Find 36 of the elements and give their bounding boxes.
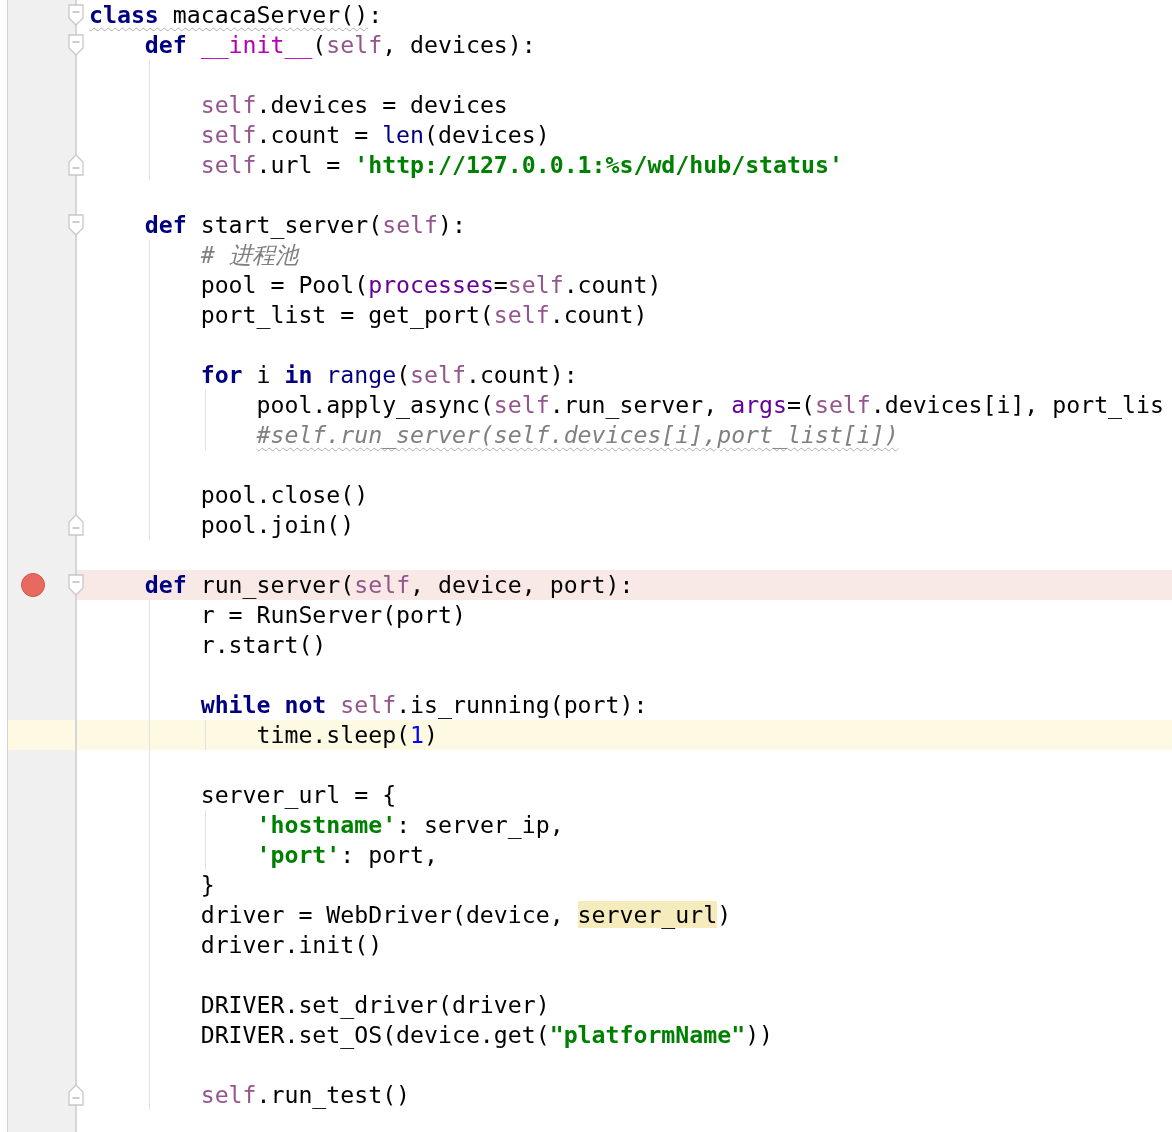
code-line: 'port': port, <box>256 841 438 868</box>
code-line: DRIVER.set_OS(device.get("platformName")) <box>200 1021 774 1048</box>
code-line: pool.join() <box>200 511 355 538</box>
code-line: 'hostname': server_ip, <box>256 811 564 838</box>
fold-icon[interactable] <box>68 214 84 236</box>
code-line: r = RunServer(port) <box>200 601 466 628</box>
code-line: # 进程池 <box>200 241 298 268</box>
code-line: self.url = 'http://127.0.0.1:%s/wd/hub/status' <box>200 151 843 178</box>
code-line: def __init__(self, devices): <box>144 31 536 58</box>
fold-icon[interactable] <box>68 4 84 26</box>
fold-icon[interactable] <box>68 514 84 536</box>
code-line: while not self.is_running(port): <box>200 691 648 718</box>
code-line: def run_server(self, device, port): <box>144 571 634 598</box>
code-line: r.start() <box>200 631 327 658</box>
code-line: #self.run_server(self.devices[i],port_list[i]) <box>256 421 899 448</box>
fold-icon[interactable] <box>68 34 84 56</box>
code-line: server_url = { <box>200 781 397 808</box>
code-line: self.count = len(devices) <box>200 121 550 148</box>
code-line: driver = WebDriver(device, server_url) <box>200 901 732 928</box>
code-line: pool.apply_async(self.run_server, args=(self.devices[i], port_lis <box>256 391 1164 418</box>
code-line: self.run_test() <box>200 1081 411 1108</box>
code-line: DRIVER.set_driver(driver) <box>200 991 550 1018</box>
code-line: def start_server(self): <box>144 211 466 238</box>
breakpoint-icon[interactable] <box>21 573 45 597</box>
code-line: self.devices = devices <box>200 91 508 118</box>
code-line: } <box>200 871 215 898</box>
code-line: pool.close() <box>200 481 369 508</box>
code-line: driver.init() <box>200 931 383 958</box>
code-line: for i in range(self.count): <box>200 361 578 388</box>
fold-icon[interactable] <box>68 574 84 596</box>
code-line: class macacaServer(): <box>89 1 383 28</box>
fold-icon[interactable] <box>68 154 84 176</box>
fold-icon[interactable] <box>68 1084 84 1106</box>
code-line: port_list = get_port(self.count) <box>200 301 648 328</box>
code-line: pool = Pool(processes=self.count) <box>200 271 662 298</box>
code-line: time.sleep(1) <box>256 721 438 748</box>
